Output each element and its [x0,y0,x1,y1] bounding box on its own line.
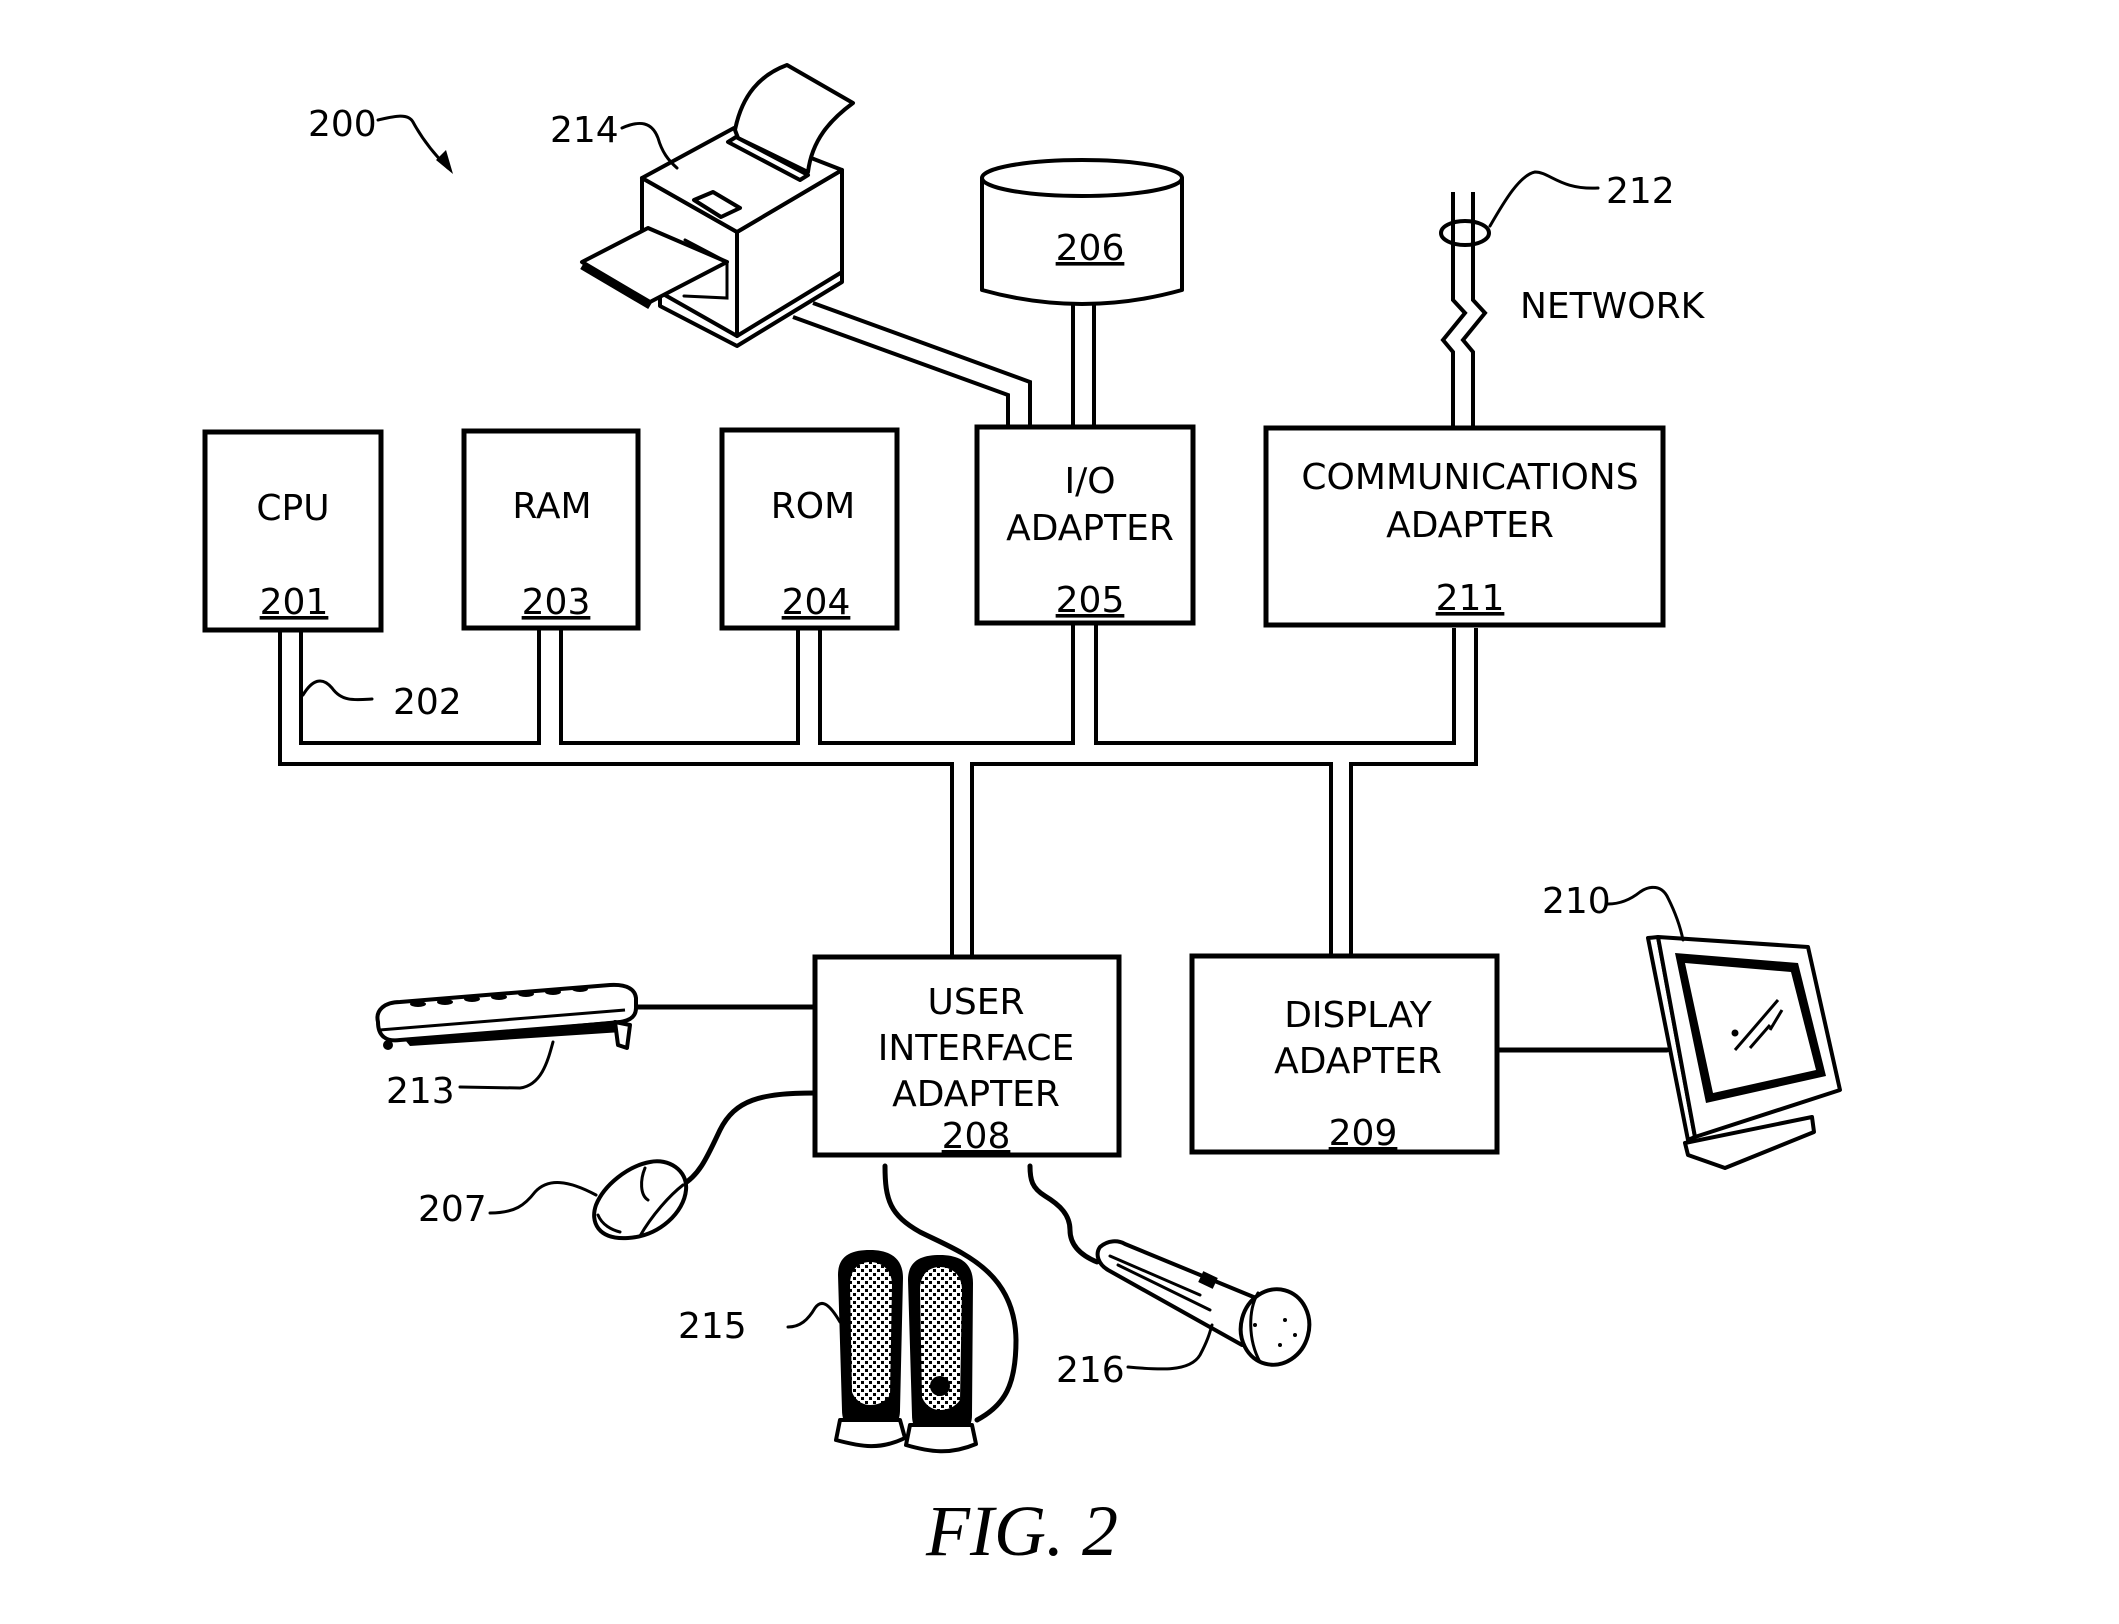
ui-adapter-label-line2: INTERFACE [878,1028,1075,1069]
mouse-icon: 207 [418,1090,818,1241]
keyboard-callout-label: 213 [386,1071,455,1112]
system-callout: 200 [308,104,453,174]
keyboard-icon: 213 [375,982,818,1112]
keyboard-foot [613,1020,632,1050]
printer-callout-label: 214 [550,110,619,151]
microphone-icon: 216 [1027,1163,1312,1391]
comm-adapter-ref: 211 [1436,578,1505,619]
ui-adapter-label-line1: USER [928,982,1025,1023]
rom-ref: 204 [782,582,851,623]
bus-inner-rom-io [818,623,1075,745]
figure-caption: FIG. 2 [925,1491,1118,1571]
ram-label: RAM [512,486,591,527]
network-bundle-ring [1439,219,1491,247]
display-adapter-ref: 209 [1329,1113,1398,1154]
comm-adapter-label-line2: ADAPTER [1386,505,1554,546]
io-adapter-ref: 205 [1056,580,1125,621]
printer-callout-leader [620,121,679,170]
system-ref-label: 200 [308,104,377,145]
speakers-callout-leader [786,1302,842,1329]
io-adapter-label-line1: I/O [1064,461,1115,502]
bus-outer-left [278,630,954,956]
network-label: NETWORK [1520,286,1706,327]
monitor-callout-label: 210 [1542,881,1611,922]
storage-cylinder-top [980,158,1184,198]
ui-adapter-ref: 208 [942,1116,1011,1157]
left-speaker-grill [850,1262,892,1405]
monitor-icon: 210 [1494,881,1842,1170]
microphone-callout-label: 216 [1056,1350,1125,1391]
bus-callout-label: 202 [393,682,462,723]
display-adapter-label-line2: ADAPTER [1274,1041,1442,1082]
system-block-diagram: 200 202 CPU 201 RAM 203 ROM 204 I/O ADAP… [202,63,1842,1571]
comm-adapter-block: COMMUNICATIONS ADAPTER 211 [1263,425,1666,628]
cpu-block: CPU 201 [202,429,384,633]
right-speaker-woofer [930,1376,950,1396]
storage-device: 206 [980,158,1184,427]
mouse-callout-leader [488,1181,598,1215]
mouse-cable [679,1090,818,1188]
system-arrow-head-icon [436,150,453,174]
ui-adapter-label-line3: ADAPTER [892,1074,1060,1115]
speakers-callout-label: 215 [678,1306,747,1347]
rom-block: ROM 204 [719,427,900,631]
mouse-callout-label: 207 [418,1189,487,1230]
speakers-icon: 215 [678,1163,1019,1454]
display-adapter-label-line1: DISPLAY [1284,995,1433,1036]
io-adapter-block: I/O ADAPTER 205 [974,424,1196,626]
storage-ref: 206 [1056,228,1125,269]
microphone-cable [1027,1163,1100,1265]
network-link: 212 NETWORK [1439,170,1706,428]
keyboard-foot-left [383,1040,393,1050]
display-adapter-block: DISPLAY ADAPTER 209 [1189,953,1500,1155]
ui-adapter-block: USER INTERFACE ADAPTER 208 [812,954,1122,1158]
io-adapter-label-line2: ADAPTER [1006,508,1174,549]
ram-block: RAM 203 [461,428,641,631]
network-line-right [1460,192,1488,428]
rom-label: ROM [771,486,855,527]
system-bus: 202 [278,623,1478,956]
bus-inner-io-comm [1094,623,1456,745]
ram-ref: 203 [522,582,591,623]
bus-callout-leader [301,679,374,702]
left-speaker-base [834,1418,907,1449]
network-callout-label: 212 [1606,171,1675,212]
cpu-ref: 201 [260,582,329,623]
cpu-label: CPU [256,488,329,529]
right-speaker-base [904,1423,978,1454]
keyboard-callout-leader [458,1040,555,1090]
microphone-callout-leader [1126,1323,1214,1371]
comm-adapter-label-line1: COMMUNICATIONS [1301,457,1638,498]
printer-icon: 214 [550,63,1032,427]
monitor-callout-leader [1606,885,1685,942]
bus-outer-middle [970,762,1333,956]
bus-inner-ram-rom [559,628,800,745]
bus-outer-right [1349,628,1478,956]
network-callout-leader [1488,170,1600,228]
